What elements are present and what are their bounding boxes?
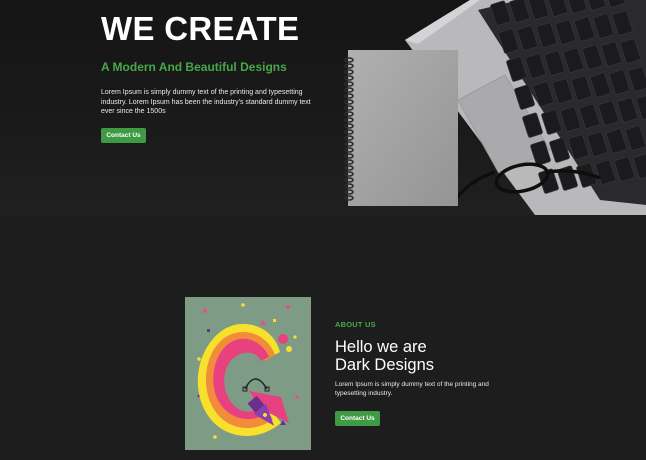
about-heading: Hello we are Dark Designs xyxy=(335,338,434,374)
about-description: Lorem Ipsum is simply dummy text of the … xyxy=(335,381,489,397)
notebook-icon xyxy=(344,50,458,206)
hero-section: WE CREATE A Modern And Beautiful Designs… xyxy=(0,0,646,215)
letter-g-illustration xyxy=(185,297,311,450)
about-eyebrow: ABOUT US xyxy=(335,320,376,329)
hero-title: WE CREATE xyxy=(101,10,300,47)
about-section: ABOUT US Hello we are Dark Designs Lorem… xyxy=(0,215,646,460)
laptop-notebook-photo xyxy=(344,0,646,215)
g-swirl-icon xyxy=(197,323,292,436)
about-heading-line1: Hello we are xyxy=(335,338,427,356)
about-contact-button[interactable]: Contact Us xyxy=(335,411,380,426)
about-heading-line2: Dark Designs xyxy=(335,356,435,374)
hero-subtitle: A Modern And Beautiful Designs xyxy=(101,60,287,74)
hero-description: Lorem Ipsum is simply dummy text of the … xyxy=(101,89,311,115)
hero-contact-button[interactable]: Contact Us xyxy=(101,128,146,143)
